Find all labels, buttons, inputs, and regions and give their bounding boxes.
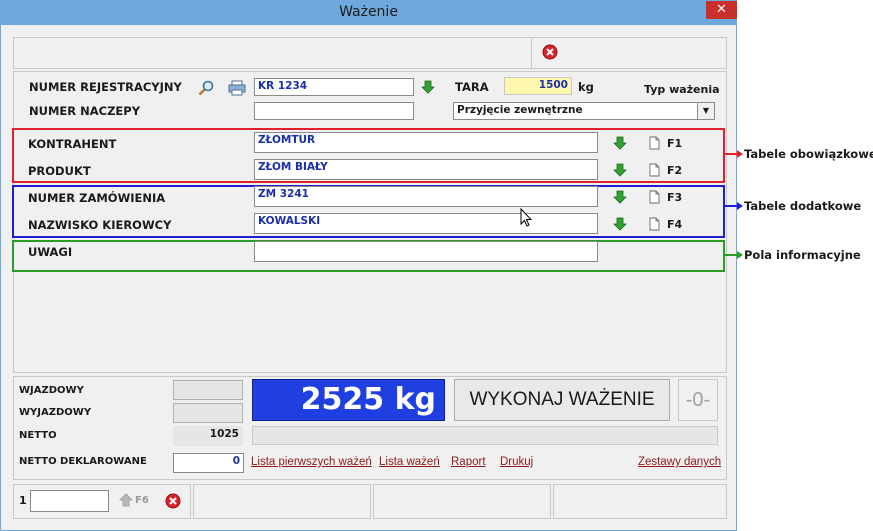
document-icon[interactable] — [649, 163, 660, 177]
chevron-down-icon[interactable]: ▼ — [697, 103, 714, 119]
numer-zamowienia-label: NUMER ZAMÓWIENIA — [28, 191, 166, 205]
close-window-button[interactable]: ✕ — [706, 1, 737, 19]
annotation-arrow-green — [724, 251, 743, 259]
zestawy-danych-link[interactable]: Zestawy danych — [638, 456, 721, 468]
cancel-icon[interactable] — [165, 493, 181, 509]
tara-unit: kg — [578, 80, 594, 94]
produkt-input[interactable]: ZŁOM BIAŁY — [254, 159, 598, 180]
title-bar: Ważenie ✕ — [1, 1, 737, 25]
kontrahent-input[interactable]: ZŁOMTUR — [254, 132, 598, 153]
kontrahent-label: KONTRAHENT — [28, 137, 117, 151]
uwagi-label: UWAGI — [28, 245, 73, 259]
wjazdowy-label: WJAZDOWY — [19, 385, 84, 396]
netto-label: NETTO — [19, 430, 57, 441]
f3-shortcut: F3 — [667, 191, 683, 204]
typ-wazenia-select[interactable]: Przyjęcie zewnętrzne ▼ — [453, 102, 715, 120]
drukuj-link[interactable]: Drukuj — [500, 456, 533, 468]
print-icon[interactable] — [228, 80, 246, 96]
progress-bar — [252, 426, 718, 445]
wyjazdowy-value — [173, 403, 243, 423]
nazwisko-kierowcy-label: NAZWISKO KIEROWCY — [28, 218, 172, 232]
weight-display: 2525 kg — [252, 379, 445, 421]
numer-rejestracyjny-input[interactable]: KR 1234 — [254, 78, 414, 96]
select-zamowienie-arrow-icon[interactable] — [613, 190, 627, 204]
numer-naczepy-input[interactable] — [254, 102, 414, 120]
arrow-up-icon[interactable] — [119, 493, 133, 507]
netto-deklarowane-input[interactable]: 0 — [173, 453, 244, 473]
lista-wazen-link[interactable]: Lista ważeń — [379, 456, 440, 468]
wykonaj-wazenie-button[interactable]: WYKONAJ WAŻENIE — [454, 379, 670, 421]
numer-naczepy-label: NUMER NACZEPY — [29, 104, 141, 118]
typ-wazenia-label: Typ ważenia — [644, 83, 720, 96]
footer-panel-3 — [373, 484, 551, 519]
produkt-label: PRODUKT — [28, 164, 91, 178]
f1-shortcut: F1 — [667, 137, 683, 150]
netto-value: 1025 — [173, 426, 243, 446]
annotation-arrow-blue — [724, 202, 743, 210]
select-registration-arrow-icon[interactable] — [421, 80, 435, 94]
top-toolbar — [13, 37, 727, 69]
document-icon[interactable] — [649, 217, 660, 231]
annotation-additional-text: Tabele dodatkowe — [744, 199, 862, 213]
numer-zamowienia-input[interactable]: ZM 3241 — [254, 186, 598, 207]
window-title: Ważenie — [339, 4, 398, 20]
tara-input[interactable]: 1500 — [504, 77, 572, 95]
mouse-cursor-icon — [520, 208, 532, 227]
counter-input[interactable] — [30, 490, 109, 512]
lista-pierwszych-wazen-link[interactable]: Lista pierwszych ważeń — [251, 456, 372, 468]
nazwisko-kierowcy-input[interactable]: KOWALSKI — [254, 213, 598, 234]
annotation-arrow-red — [724, 150, 743, 158]
f2-shortcut: F2 — [667, 164, 683, 177]
footer-panel-4 — [553, 484, 727, 519]
search-icon[interactable] — [197, 79, 215, 97]
f6-shortcut: F6 — [135, 495, 149, 506]
document-icon[interactable] — [649, 190, 660, 204]
annotation-required-text: Tabele obowiązkowe — [744, 147, 873, 161]
wjazdowy-value — [173, 380, 243, 400]
select-produkt-arrow-icon[interactable] — [613, 163, 627, 177]
select-kierowca-arrow-icon[interactable] — [613, 217, 627, 231]
raport-link[interactable]: Raport — [451, 456, 486, 468]
f4-shortcut: F4 — [667, 218, 683, 231]
wyjazdowy-label: WYJAZDOWY — [19, 407, 92, 418]
typ-wazenia-value: Przyjęcie zewnętrzne — [457, 104, 583, 116]
netto-deklarowane-label: NETTO DEKLAROWANE — [19, 456, 147, 467]
annotation-info-text: Pola informacyjne — [744, 248, 861, 262]
uwagi-input[interactable] — [254, 241, 598, 262]
status-indicator: -0- — [678, 379, 718, 421]
cancel-icon[interactable] — [542, 44, 558, 60]
weighing-window: Ważenie ✕ NUMER REJESTRACYJNY KR 1234 TA… — [0, 0, 737, 531]
document-icon[interactable] — [649, 136, 660, 150]
numer-rejestracyjny-label: NUMER REJESTRACYJNY — [29, 80, 182, 94]
select-kontrahent-arrow-icon[interactable] — [613, 136, 627, 150]
counter-label: 1 — [19, 494, 27, 507]
tara-label: TARA — [455, 80, 489, 94]
footer-panel-2 — [193, 484, 371, 519]
